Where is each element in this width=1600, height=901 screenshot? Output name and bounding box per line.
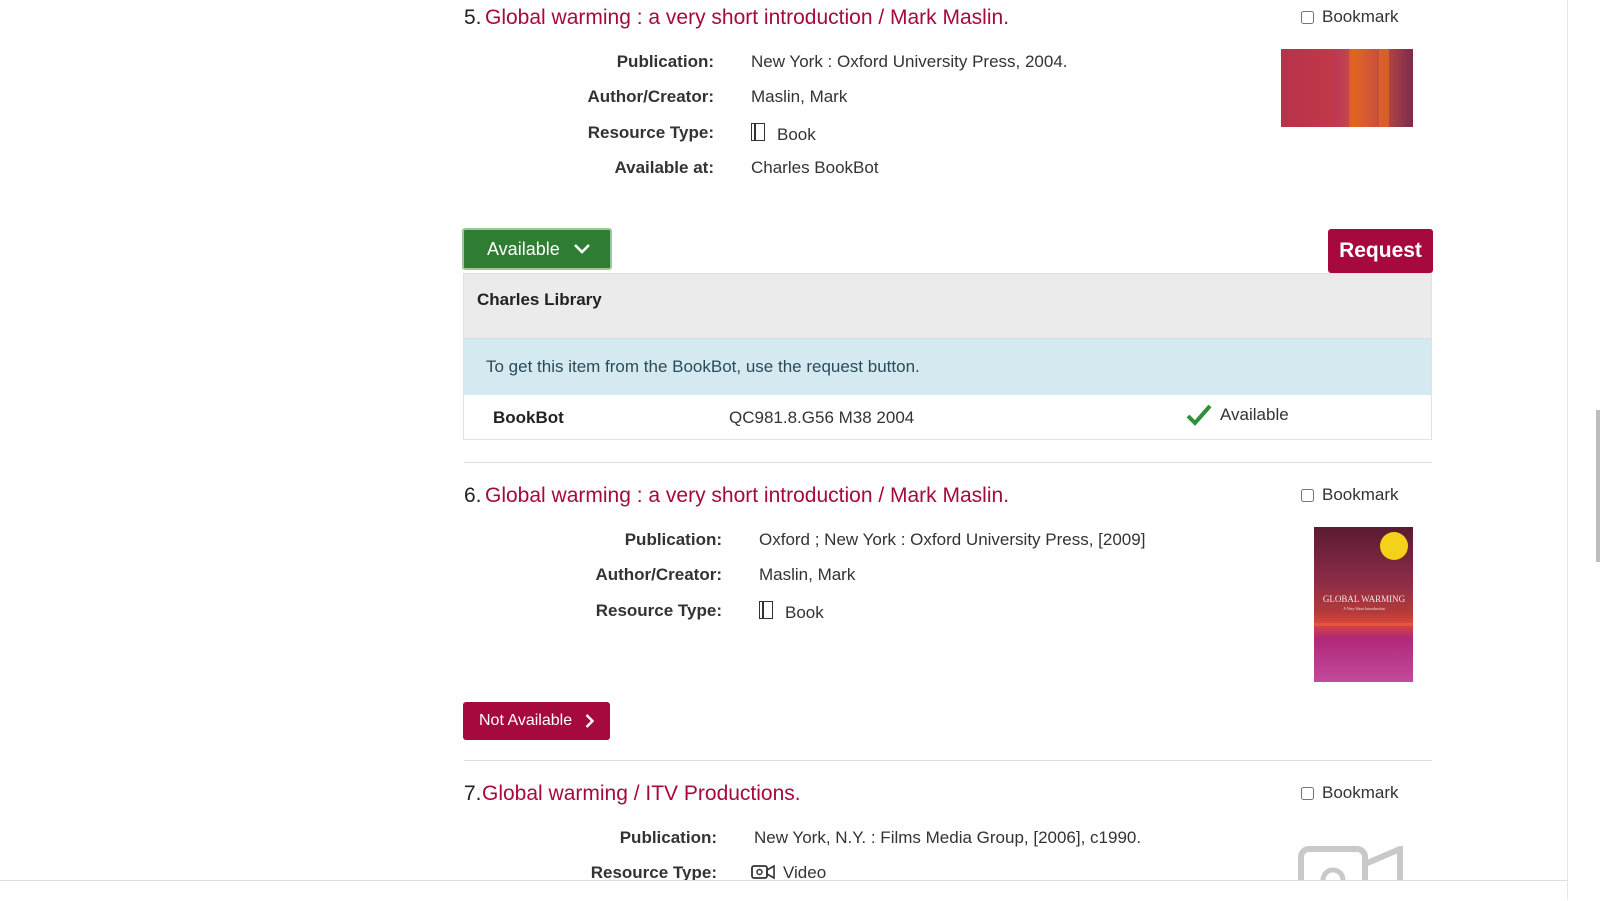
- author-label: Author/Creator:: [595, 565, 722, 584]
- cover-title: GLOBAL WARMING: [1323, 594, 1406, 604]
- resource-type-value: Book: [751, 119, 816, 145]
- holdings-header: Charles Library: [464, 274, 1431, 338]
- publication-value: New York : Oxford University Press, 2004…: [751, 52, 1068, 71]
- result-title-link[interactable]: Global warming : a very short introducti…: [485, 484, 1009, 508]
- viewport-bottom-edge: [0, 880, 1600, 901]
- availability-toggle-button[interactable]: Available: [462, 228, 612, 270]
- cover-image: [1281, 49, 1413, 127]
- bookmark-toggle[interactable]: Bookmark: [1301, 7, 1399, 27]
- checkmark-icon: [1186, 404, 1212, 426]
- resource-type-label: Resource Type:: [595, 601, 722, 620]
- bookmark-checkbox[interactable]: [1301, 488, 1314, 502]
- not-available-button[interactable]: Not Available: [463, 702, 610, 740]
- result-number: 7.: [464, 782, 482, 805]
- scrollbar-track[interactable]: [1567, 0, 1600, 900]
- bookmark-label: Bookmark: [1322, 7, 1399, 26]
- cover-image: GLOBAL WARMING A Very Short Introduction: [1314, 527, 1413, 682]
- chevron-down-icon: [573, 244, 590, 254]
- bookmark-label: Bookmark: [1322, 485, 1399, 504]
- result-number: 5.: [464, 6, 482, 29]
- holding-status-text: Available: [1220, 405, 1289, 424]
- holding-location: BookBot: [493, 408, 564, 427]
- result-title-link[interactable]: Global warming / ITV Productions.: [482, 782, 801, 806]
- availability-label: Available: [487, 238, 560, 259]
- cover-subtitle: A Very Short Introduction: [1343, 606, 1385, 611]
- publication-label: Publication:: [616, 52, 714, 71]
- author-value: Maslin, Mark: [759, 565, 856, 584]
- resource-type-text: Book: [785, 603, 824, 622]
- request-notice-text: To get this item from the BookBot, use t…: [486, 357, 920, 376]
- book-cover-thumbnail[interactable]: [1281, 49, 1413, 127]
- holding-status: Available: [1186, 404, 1289, 426]
- chevron-right-icon: [585, 714, 595, 728]
- request-notice: To get this item from the BookBot, use t…: [464, 338, 1431, 395]
- publication-label: Publication:: [619, 828, 717, 847]
- call-number: QC981.8.G56 M38 2004: [729, 408, 915, 427]
- publication-value: New York, N.Y. : Films Media Group, [200…: [754, 828, 1142, 847]
- scrollbar-thumb[interactable]: [1596, 410, 1600, 562]
- result-title-link[interactable]: Global warming : a very short introducti…: [485, 6, 1009, 30]
- video-placeholder-thumbnail[interactable]: [1298, 846, 1404, 880]
- resource-type-label: Resource Type:: [587, 123, 714, 142]
- holding-row: BookBot QC981.8.G56 M38 2004 Available: [464, 395, 1431, 440]
- bookmark-toggle[interactable]: Bookmark: [1301, 485, 1399, 505]
- book-cover-thumbnail[interactable]: GLOBAL WARMING A Very Short Introduction: [1314, 527, 1413, 682]
- book-icon: [759, 601, 773, 619]
- author-value: Maslin, Mark: [751, 87, 848, 106]
- video-camera-icon: [1298, 846, 1403, 880]
- video-camera-icon: [751, 864, 775, 879]
- book-icon: [751, 123, 765, 141]
- result-divider: [464, 462, 1432, 463]
- resource-type-value: Book: [759, 597, 824, 623]
- bookmark-checkbox[interactable]: [1301, 786, 1314, 800]
- bookmark-toggle[interactable]: Bookmark: [1301, 783, 1399, 803]
- bookmark-checkbox[interactable]: [1301, 10, 1314, 24]
- result-divider: [464, 760, 1432, 761]
- holdings-panel: Charles Library To get this item from th…: [463, 273, 1432, 440]
- available-at-label: Available at:: [614, 158, 714, 177]
- available-at-value: Charles BookBot: [751, 158, 879, 177]
- resource-type-text: Book: [777, 125, 816, 144]
- result-number: 6.: [464, 484, 482, 507]
- publication-label: Publication:: [624, 530, 722, 549]
- library-name: Charles Library: [477, 290, 602, 309]
- request-button[interactable]: Request: [1328, 229, 1433, 273]
- publication-value: Oxford ; New York : Oxford University Pr…: [759, 530, 1146, 549]
- author-label: Author/Creator:: [587, 87, 714, 106]
- availability-label: Not Available: [479, 712, 573, 729]
- bookmark-label: Bookmark: [1322, 783, 1399, 802]
